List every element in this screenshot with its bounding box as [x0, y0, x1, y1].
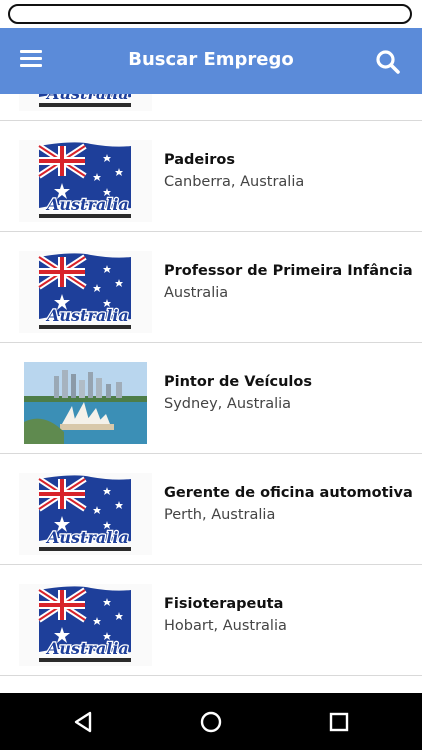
home-icon[interactable] — [196, 707, 226, 737]
page-title: Buscar Emprego — [128, 49, 294, 70]
status-bar-pill — [8, 4, 412, 24]
job-list-item[interactable]: Gerente de oficina automotiva Perth, Aust… — [0, 454, 422, 565]
navigation-bar — [0, 693, 422, 750]
recents-icon[interactable] — [324, 707, 354, 737]
search-icon[interactable] — [374, 48, 402, 76]
sydney-opera-house-image — [24, 362, 147, 444]
job-title: Professor de Primeira Infância — [164, 263, 413, 279]
job-list[interactable]: Padeiros Canberra, Australia Professor de … — [0, 94, 422, 693]
australia-flag-image — [19, 140, 152, 222]
job-list-item[interactable]: Padeiros Canberra, Australia — [0, 121, 422, 232]
australia-flag-image — [19, 251, 152, 333]
job-location: Canberra, Australia — [164, 174, 305, 190]
back-icon[interactable] — [68, 707, 98, 737]
job-location: Australia — [164, 285, 229, 301]
job-title: Pintor de Veículos — [164, 374, 312, 390]
job-title: Padeiros — [164, 152, 235, 168]
job-list-item[interactable] — [0, 676, 422, 693]
job-list-item[interactable]: Pintor de Veículos Sydney, Australia — [0, 343, 422, 454]
job-title: Fisioterapeuta — [164, 596, 284, 612]
job-list-item[interactable]: Fisioterapeuta Hobart, Australia — [0, 565, 422, 676]
job-list-item[interactable] — [0, 94, 422, 121]
job-location: Perth, Australia — [164, 507, 276, 523]
app-bar: Buscar Emprego — [0, 28, 422, 94]
job-title: Gerente de oficina automotiva — [164, 485, 413, 501]
job-location: Hobart, Australia — [164, 618, 287, 634]
job-list-item[interactable]: Professor de Primeira Infância Australia — [0, 232, 422, 343]
job-location: Sydney, Australia — [164, 396, 292, 412]
australia-flag-image — [19, 473, 152, 555]
australia-flag-image — [19, 94, 152, 111]
australia-flag-image — [19, 584, 152, 666]
status-bar — [0, 0, 422, 28]
